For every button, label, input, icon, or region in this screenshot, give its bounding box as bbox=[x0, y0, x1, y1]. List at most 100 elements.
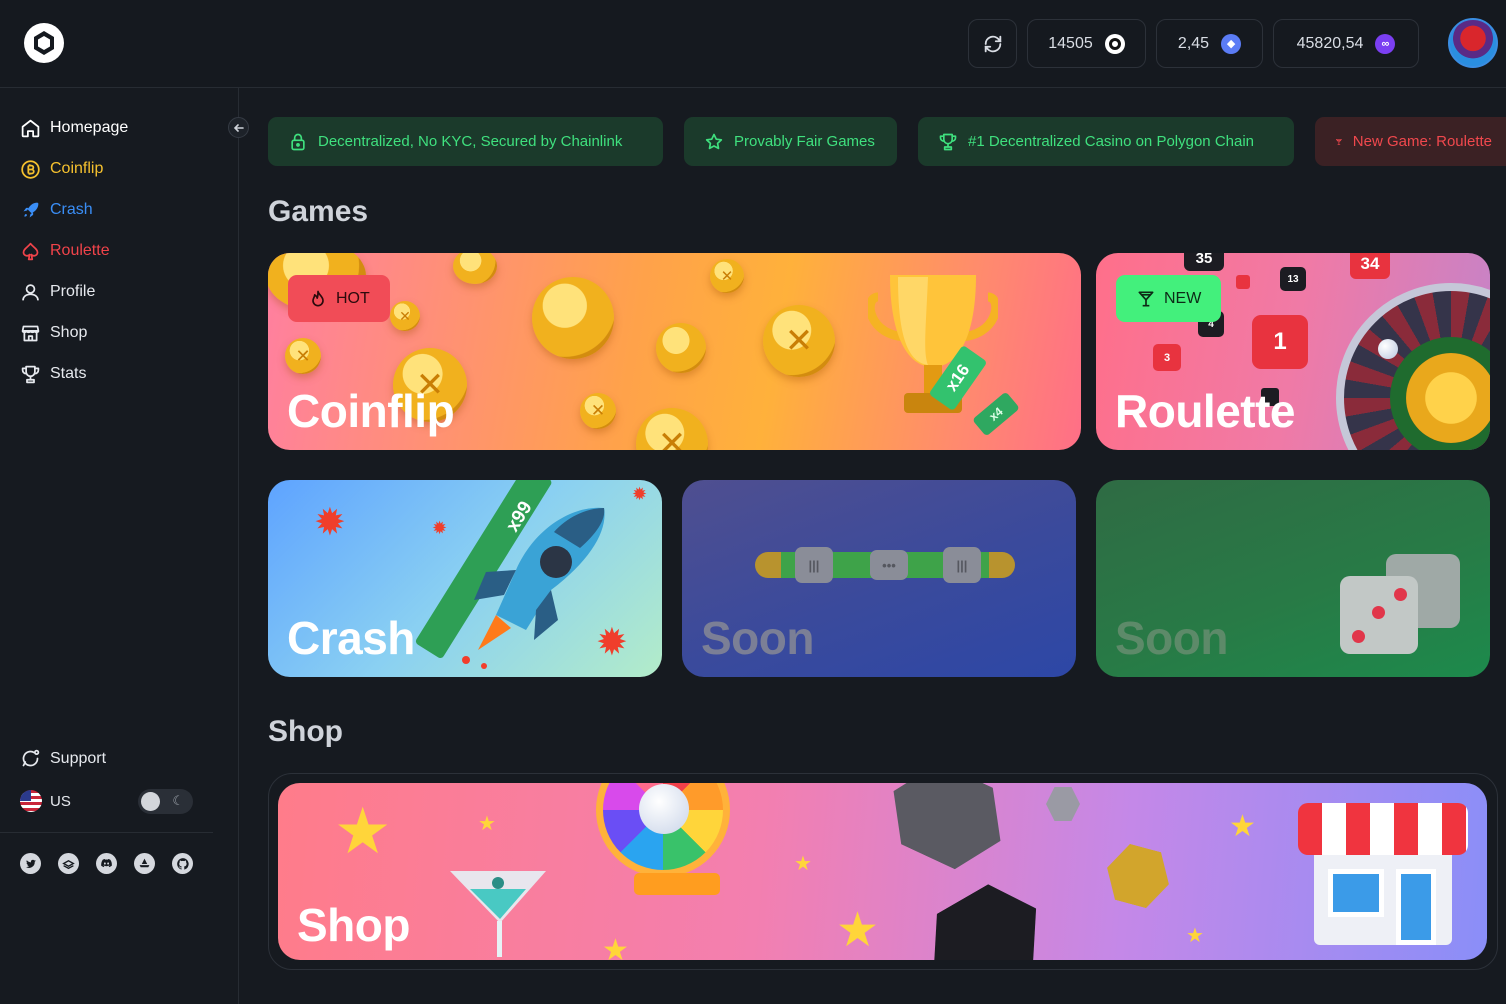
crash-card[interactable]: ✹ ✹ ✹ ✹ x99 Crash bbox=[268, 480, 662, 677]
support-link[interactable]: Support bbox=[20, 748, 106, 769]
social-links bbox=[20, 853, 193, 874]
hex-token-icon bbox=[1100, 840, 1177, 913]
banner-decentralized[interactable]: Decentralized, No KYC, Secured by Chainl… bbox=[268, 117, 663, 166]
game-title: Soon bbox=[701, 612, 814, 664]
polygon-balance-value: 45820,54 bbox=[1296, 34, 1364, 52]
star-icon bbox=[705, 133, 723, 149]
sidebar-item-label: Roulette bbox=[50, 242, 110, 259]
twitter-icon[interactable] bbox=[20, 853, 41, 874]
cocktail-illustration bbox=[450, 871, 546, 957]
sidebar-item-shop[interactable]: Shop bbox=[20, 320, 87, 346]
sidebar-item-label: Homepage bbox=[50, 119, 129, 136]
refresh-icon bbox=[984, 35, 1001, 52]
sidebar-item-label: Crash bbox=[50, 201, 93, 218]
badge-label: NEW bbox=[1164, 289, 1202, 307]
star-icon: ★ bbox=[602, 934, 629, 960]
number-label: 35 bbox=[1195, 253, 1213, 267]
slider-handle: ••• bbox=[870, 550, 908, 580]
toggle-knob bbox=[141, 792, 160, 811]
sidebar-item-label: Shop bbox=[50, 324, 88, 341]
roulette-wheel bbox=[1336, 283, 1490, 450]
sidebar-item-coinflip[interactable]: Coinflip bbox=[20, 156, 103, 182]
soon-card-2[interactable]: Soon bbox=[1096, 480, 1490, 677]
github-icon[interactable] bbox=[172, 853, 193, 874]
polygon-icon: ∞ bbox=[1375, 33, 1396, 54]
star-icon: ★ bbox=[334, 795, 392, 867]
banner-new-game[interactable]: New Game: Roulette bbox=[1315, 117, 1506, 166]
discord-icon[interactable] bbox=[96, 853, 117, 874]
store-illustration bbox=[1298, 795, 1468, 945]
games-title: Games bbox=[268, 195, 369, 228]
badge-label: HOT bbox=[336, 289, 370, 307]
explosion-icon: ✹ bbox=[432, 518, 448, 538]
cocktail-icon bbox=[1138, 291, 1154, 306]
logo-icon[interactable] bbox=[22, 21, 66, 65]
coin-icon bbox=[763, 305, 835, 377]
number-tile: 3 bbox=[1153, 344, 1181, 371]
game-title: Roulette bbox=[1115, 385, 1296, 437]
trophy-illustration bbox=[865, 267, 1001, 437]
soon-card-1[interactable]: ||| ••• ||| Soon bbox=[682, 480, 1076, 677]
coin-icon bbox=[710, 259, 744, 293]
number-tile: 34 bbox=[1350, 253, 1390, 279]
star-icon: ★ bbox=[1229, 810, 1256, 843]
polygon-balance[interactable]: 45820,54 ∞ bbox=[1273, 19, 1419, 68]
lock-icon bbox=[291, 133, 305, 150]
roulette-card[interactable]: 35 34 13 1 3 4 NEW Roulette bbox=[1096, 253, 1490, 450]
coinflip-card[interactable]: x16 x4 HOT Coinflip bbox=[268, 253, 1081, 450]
banner-polygon[interactable]: #1 Decentralized Casino on Polygon Chain bbox=[918, 117, 1294, 166]
sidebar-item-label: Profile bbox=[50, 283, 96, 300]
trophy-icon bbox=[939, 133, 957, 150]
banner-provably-fair[interactable]: Provably Fair Games bbox=[684, 117, 897, 166]
prize-wheel-icon bbox=[596, 783, 730, 877]
top-bar: 14505 2,45 ◆ 45820,54 ∞ bbox=[0, 0, 1506, 88]
coin-icon bbox=[580, 393, 616, 429]
language-label: US bbox=[50, 792, 71, 810]
sidebar-item-homepage[interactable]: Homepage bbox=[20, 115, 128, 141]
sidebar-divider bbox=[0, 832, 213, 833]
collapse-sidebar-button[interactable] bbox=[228, 117, 249, 138]
bitcoin-icon bbox=[21, 159, 40, 179]
number-label: 1 bbox=[1273, 328, 1287, 355]
sidebar-item-crash[interactable]: Crash bbox=[20, 197, 93, 223]
coin-icon bbox=[285, 338, 321, 374]
number-label: 34 bbox=[1360, 254, 1380, 273]
theme-toggle[interactable]: ☾ bbox=[138, 789, 193, 814]
opensea-icon[interactable] bbox=[134, 853, 155, 874]
hot-badge: HOT bbox=[288, 275, 390, 322]
sidebar-item-label: Stats bbox=[50, 365, 87, 382]
game-title: Soon bbox=[1115, 612, 1228, 664]
token-balance-value: 14505 bbox=[1048, 34, 1093, 52]
language-selector[interactable]: US bbox=[20, 790, 71, 812]
sidebar-item-roulette[interactable]: Roulette bbox=[20, 238, 110, 264]
eth-balance[interactable]: 2,45 ◆ bbox=[1156, 19, 1263, 68]
sidebar-item-stats[interactable]: Stats bbox=[20, 361, 86, 387]
shop-card[interactable]: ★ ★ ★ ★ ★ ★ ★ Shop bbox=[278, 783, 1487, 960]
number-tile: 35 bbox=[1184, 253, 1224, 271]
us-flag-icon bbox=[20, 790, 42, 812]
token-balance[interactable]: 14505 bbox=[1027, 19, 1146, 68]
token-icon bbox=[1104, 33, 1125, 54]
multiplier-label: x4 bbox=[986, 404, 1006, 424]
moon-icon: ☾ bbox=[172, 793, 184, 808]
shop-title: Shop bbox=[268, 715, 343, 748]
coin-icon bbox=[532, 277, 614, 359]
new-badge: NEW bbox=[1116, 275, 1222, 322]
number-chip bbox=[1236, 275, 1250, 289]
banner-label: Provably Fair Games bbox=[734, 133, 875, 150]
cocktail-icon bbox=[1335, 138, 1342, 145]
star-icon: ★ bbox=[1186, 925, 1204, 947]
coin-icon bbox=[453, 253, 497, 284]
sidebar-item-label: Coinflip bbox=[50, 160, 104, 177]
refresh-button[interactable] bbox=[968, 19, 1017, 68]
prize-wheel-stand bbox=[634, 873, 720, 895]
home-icon bbox=[21, 119, 40, 137]
avatar[interactable] bbox=[1448, 18, 1498, 68]
number-label: 13 bbox=[1287, 273, 1299, 285]
arrow-left-icon bbox=[233, 123, 244, 132]
roulette-ball bbox=[1378, 339, 1398, 359]
sidebar-item-profile[interactable]: Profile bbox=[20, 279, 95, 305]
gitbook-icon[interactable] bbox=[58, 853, 79, 874]
rocket-icon bbox=[23, 202, 39, 217]
number-tile: 13 bbox=[1280, 267, 1306, 291]
